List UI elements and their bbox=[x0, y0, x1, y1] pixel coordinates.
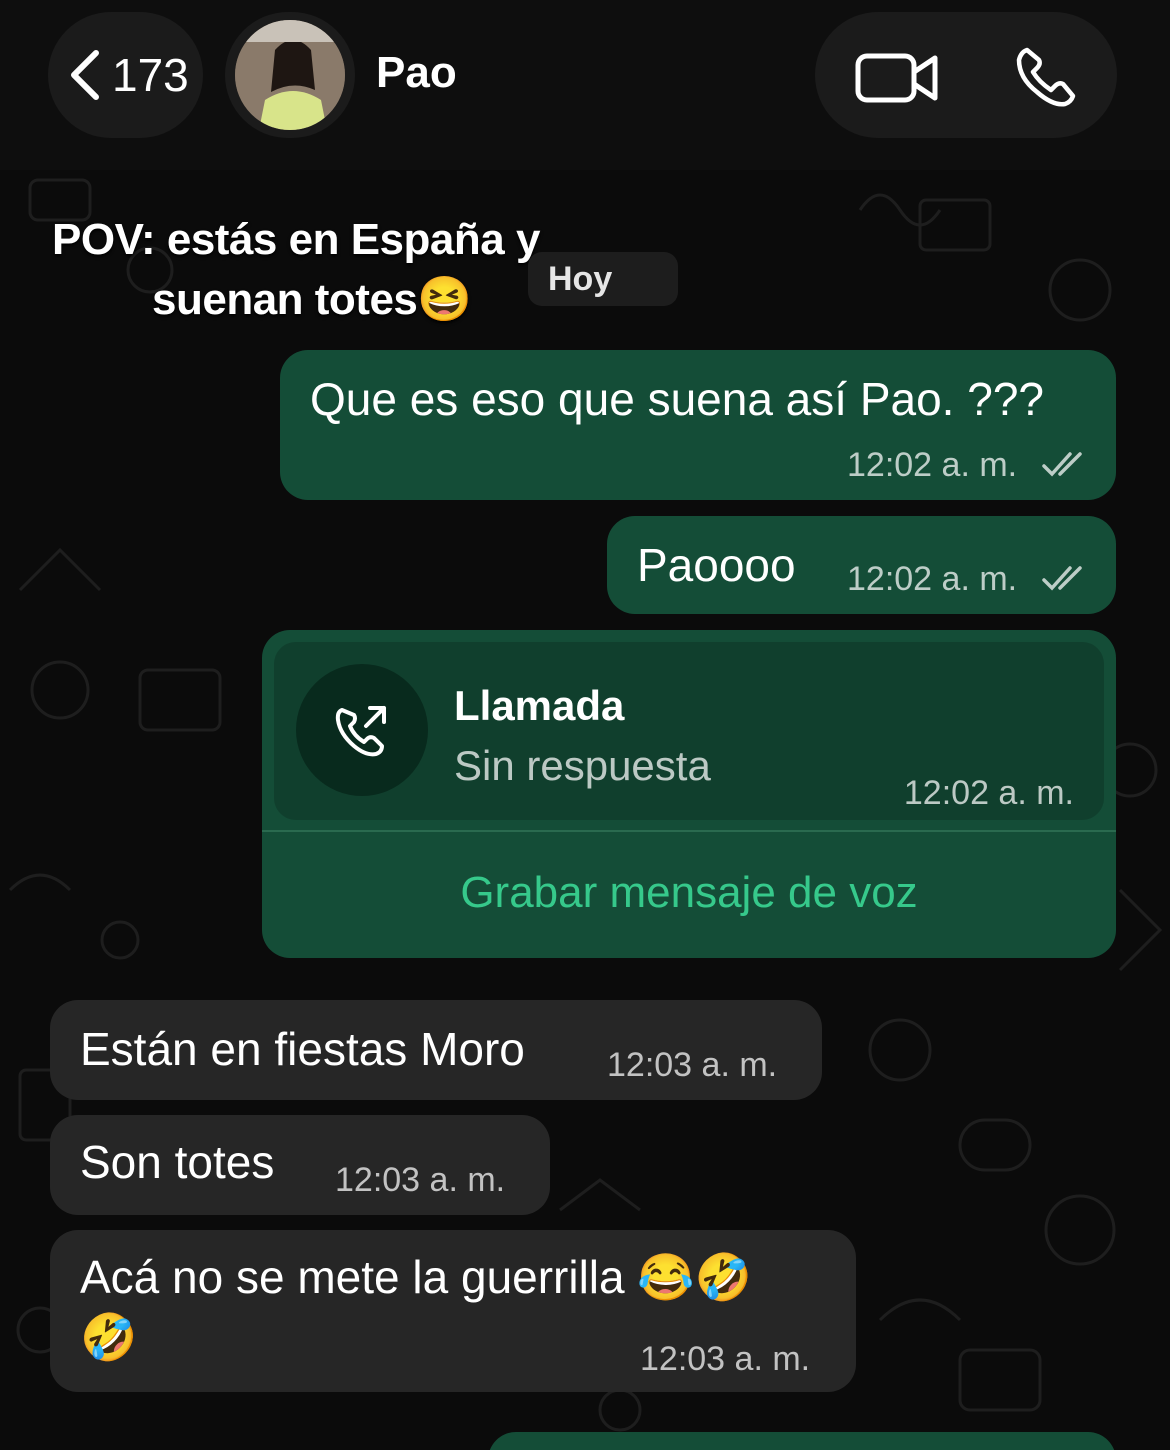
read-receipt-icon bbox=[1042, 452, 1082, 477]
avatar bbox=[235, 20, 345, 130]
message-bubble-outgoing[interactable]: Que es eso que suena así Pao. ??? 12:02 … bbox=[280, 350, 1116, 500]
overlay-caption: POV: estás en España y suenan totes😆 bbox=[52, 210, 540, 330]
missed-call-card[interactable]: Llamada Sin respuesta 12:02 a. m. Grabar… bbox=[262, 630, 1116, 958]
message-text: Paoooo bbox=[637, 539, 796, 591]
record-voice-message-button[interactable]: Grabar mensaje de voz bbox=[262, 868, 1116, 918]
chevron-left-icon bbox=[71, 50, 99, 100]
call-icon-circle bbox=[296, 664, 428, 796]
caption-line-2: suenan totes😆 bbox=[152, 275, 472, 324]
caption-line-1: POV: estás en España y bbox=[52, 215, 540, 264]
message-time: 12:02 a. m. bbox=[847, 446, 1018, 484]
unread-count: 173 bbox=[112, 49, 189, 101]
chat-header: 173 Pao bbox=[0, 0, 1170, 170]
message-text: Están en fiestas Moro bbox=[80, 1023, 525, 1075]
message-text: Son totes bbox=[80, 1136, 275, 1188]
message-bubble-incoming[interactable]: Son totes 12:03 a. m. bbox=[50, 1115, 550, 1215]
contact-name[interactable]: Pao bbox=[376, 48, 457, 98]
message-time: 12:02 a. m. bbox=[903, 774, 1074, 812]
message-text: Acá no se mete la guerrilla 😂🤣 bbox=[80, 1251, 752, 1303]
outgoing-call-icon bbox=[335, 706, 386, 757]
message-time: 12:03 a. m. bbox=[335, 1161, 506, 1199]
call-status: Sin respuesta bbox=[454, 742, 711, 789]
back-button[interactable]: 173 bbox=[48, 12, 203, 138]
read-receipt-icon bbox=[1042, 566, 1082, 591]
message-text-line-2: 🤣 bbox=[80, 1311, 138, 1363]
message-bubble-incoming[interactable]: Están en fiestas Moro 12:03 a. m. bbox=[50, 1000, 822, 1100]
call-title: Llamada bbox=[454, 682, 625, 729]
divider bbox=[262, 830, 1116, 832]
message-time: 12:02 a. m. bbox=[847, 560, 1018, 598]
message-time: 12:03 a. m. bbox=[640, 1340, 811, 1378]
date-separator: Hoy bbox=[528, 252, 678, 306]
message-bubble-outgoing-partial[interactable] bbox=[488, 1432, 1116, 1450]
message-text: Que es eso que suena así Pao. ??? bbox=[310, 373, 1044, 425]
phone-call-icon[interactable] bbox=[1013, 44, 1079, 110]
video-call-icon[interactable] bbox=[855, 50, 939, 106]
call-info: Llamada Sin respuesta 12:02 a. m. bbox=[274, 642, 1104, 820]
message-bubble-incoming[interactable]: Acá no se mete la guerrilla 😂🤣 🤣 12:03 a… bbox=[50, 1230, 856, 1392]
message-bubble-outgoing[interactable]: Paoooo 12:02 a. m. bbox=[607, 516, 1116, 614]
message-time: 12:03 a. m. bbox=[607, 1046, 778, 1084]
contact-avatar-button[interactable] bbox=[225, 12, 355, 138]
call-actions bbox=[815, 12, 1117, 138]
